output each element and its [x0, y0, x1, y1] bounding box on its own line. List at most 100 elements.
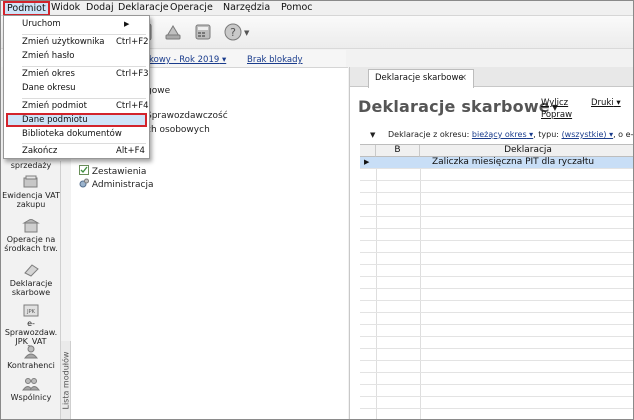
calculate-button[interactable]: Wylicz	[541, 98, 568, 108]
module-label: Ewidencja VAT zakupu	[2, 191, 60, 209]
menu-item-shortcut: Ctrl+F3	[116, 69, 149, 79]
table-row	[360, 265, 633, 277]
menu-item-period-data[interactable]: Dane okresu	[4, 82, 149, 96]
module-tax-declarations[interactable]: Deklaracje skarbowe	[1, 263, 61, 297]
correct-button[interactable]: Popraw	[541, 110, 572, 120]
module-label: sprzedaży	[10, 161, 52, 170]
table-row	[360, 325, 633, 337]
table-row	[360, 313, 633, 325]
table-row	[360, 241, 633, 253]
module-vat-purchase[interactable]: Ewidencja VAT zakupu	[1, 175, 61, 209]
cell-deklaracja: Zaliczka miesięczna PIT dla ryczałtu	[432, 157, 595, 167]
table-row[interactable]: ▶ Zaliczka miesięczna PIT dla ryczałtu	[360, 157, 633, 169]
period-link[interactable]: kowy - Rok 2019 ▾	[149, 55, 226, 65]
menu-separator	[22, 66, 146, 67]
column-header-deklaracja[interactable]: Deklaracja	[420, 145, 633, 157]
menu-item-exit[interactable]: Zakończ Alt+F4	[4, 145, 149, 159]
menu-item-uruchom[interactable]: Uruchom ▶	[4, 18, 149, 32]
table-row	[360, 397, 633, 409]
table-row	[360, 181, 633, 193]
menu-item-change-period[interactable]: Zmień okres Ctrl+F3	[4, 68, 149, 82]
collapse-arrow-icon[interactable]: ▼	[370, 131, 375, 139]
menu-item-label: Zmień okres	[22, 69, 75, 79]
module-label: e-Sprawozdaw. JPK_VAT	[4, 319, 58, 346]
module-contractors[interactable]: Kontrahenci	[1, 345, 61, 370]
tree-node-zestawienia[interactable]: Zestawienia	[79, 165, 146, 177]
table-row	[360, 169, 633, 181]
type-filter-link[interactable]: (wszystkie) ▾	[562, 130, 614, 139]
menu-item-entity-data[interactable]: Dane podmiotu	[6, 113, 147, 127]
menu-pomoc[interactable]: Pomoc	[281, 2, 313, 15]
close-icon[interactable]: ×	[459, 70, 467, 87]
menu-item-shortcut: Ctrl+F4	[116, 101, 149, 111]
menu-item-label: Zmień użytkownika	[22, 37, 105, 47]
help-dropdown-arrow-icon[interactable]: ▼	[244, 29, 249, 37]
people-icon	[22, 378, 40, 391]
menu-separator	[22, 34, 146, 35]
module-label: Wspólnicy	[10, 393, 52, 402]
table-row	[360, 289, 633, 301]
column-header-b[interactable]: B	[376, 145, 420, 157]
module-label: Deklaracje skarbowe	[9, 279, 53, 297]
menu-separator	[22, 98, 146, 99]
menu-item-label: Dane podmiotu	[22, 115, 88, 125]
menu-narzedzia[interactable]: Narzędzia	[223, 2, 270, 15]
menu-item-change-entity[interactable]: Zmień podmiot Ctrl+F4	[4, 100, 149, 114]
tab-label: Deklaracje skarbowe	[375, 73, 464, 83]
submenu-arrow-icon: ▶	[124, 20, 130, 28]
module-list-tab[interactable]: Lista modułów	[61, 341, 71, 419]
current-row-arrow-icon: ▶	[364, 158, 370, 166]
menu-item-change-password[interactable]: Zmień hasło	[4, 50, 149, 64]
table-row	[360, 361, 633, 373]
period-filter-link[interactable]: bieżący okres ▾	[472, 130, 533, 139]
calculator-icon[interactable]	[193, 22, 213, 42]
phone-icon[interactable]	[163, 22, 183, 42]
filter-tail: , o e-st	[613, 130, 634, 139]
declarations-grid: B Deklaracja ▶ Zaliczka miesięczna PIT d…	[360, 144, 633, 419]
table-row	[360, 253, 633, 265]
menu-item-label: Zakończ	[22, 146, 58, 156]
svg-text:?: ?	[230, 26, 236, 39]
module-fixed-assets[interactable]: Operacje na środkach trw.	[1, 219, 61, 253]
table-row	[360, 193, 633, 205]
menu-item-change-user[interactable]: Zmień użytkownika Ctrl+F2	[4, 36, 149, 50]
menu-widok[interactable]: Widok	[51, 2, 80, 15]
checklist-icon	[79, 165, 89, 175]
print-menu[interactable]: Druki ▾	[591, 98, 621, 108]
menu-dodaj[interactable]: Dodaj	[86, 2, 114, 15]
gears-icon	[79, 178, 89, 188]
menu-deklaracje[interactable]: Deklaracje	[118, 2, 169, 15]
menu-item-shortcut: Ctrl+F2	[116, 37, 149, 47]
menu-item-label: Zmień hasło	[22, 51, 75, 61]
person-icon	[23, 345, 39, 359]
table-row	[360, 277, 633, 289]
menu-podmiot[interactable]: Podmiot	[3, 1, 50, 16]
menu-item-label: Biblioteka dokumentów	[22, 129, 122, 139]
svg-text:JPK: JPK	[26, 309, 35, 315]
help-icon[interactable]: ?	[223, 22, 243, 42]
jpk-icon: JPK	[23, 304, 39, 317]
tree-node-sprawozdawczosc[interactable]: Sprawozdawczość	[146, 111, 228, 121]
module-partners[interactable]: Wspólnicy	[1, 377, 61, 402]
documents-icon	[24, 264, 39, 277]
podmiot-dropdown-menu: Uruchom ▶ Zmień użytkownika Ctrl+F2 Zmie…	[3, 15, 150, 159]
type-filter-label: , typu:	[533, 130, 560, 139]
lock-status-link[interactable]: Brak blokady	[247, 55, 303, 65]
module-jpk[interactable]: JPK e-Sprawozdaw. JPK_VAT	[1, 303, 61, 346]
tab-deklaracje-skarbowe[interactable]: Deklaracje skarbowe ×	[368, 69, 474, 88]
tree-node-administracja[interactable]: Administracja	[79, 178, 153, 190]
table-row	[360, 373, 633, 385]
page-title-text: Deklaracje skarbowe	[358, 97, 550, 116]
row-indicator-header	[360, 145, 376, 157]
module-bar: sprzedaży Ewidencja VAT zakupu Operacje …	[1, 161, 61, 419]
table-row	[360, 229, 633, 241]
menu-item-document-library[interactable]: Biblioteka dokumentów	[4, 128, 149, 142]
page-title[interactable]: Deklaracje skarbowe ▼	[358, 97, 558, 116]
tree-node-osobowych[interactable]: ch osobowych	[146, 125, 210, 135]
module-vat-sales[interactable]: sprzedaży	[1, 161, 61, 170]
table-row	[360, 205, 633, 217]
tree-node-label: Administracja	[91, 180, 154, 190]
menu-operacje[interactable]: Operacje	[170, 2, 213, 15]
print-label: Druki	[591, 98, 614, 108]
table-row	[360, 217, 633, 229]
